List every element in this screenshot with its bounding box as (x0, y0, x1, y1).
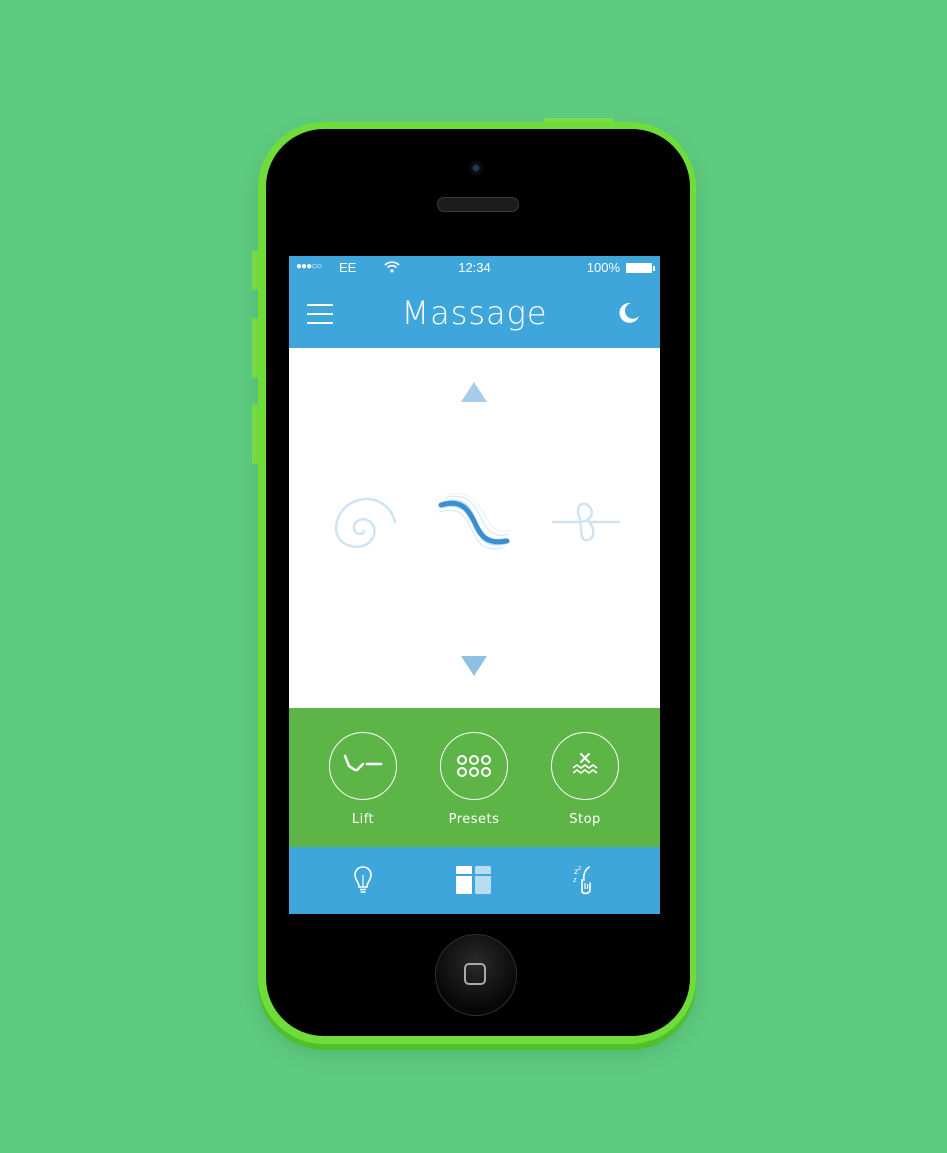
presets-button[interactable]: Presets (438, 732, 510, 827)
moon-icon[interactable] (618, 302, 640, 328)
arrow-up-icon[interactable] (460, 380, 488, 408)
page-title: Massage (401, 294, 548, 332)
status-bar: ●●●○○ EE 12:34 100% (289, 256, 660, 280)
tab-lightbulb-icon[interactable] (353, 865, 373, 899)
wave-mode-icon[interactable] (435, 492, 515, 560)
battery-percentage: 100% (586, 260, 620, 275)
tab-bar: z z z (289, 847, 660, 914)
lift-label: Lift (351, 812, 375, 827)
stop-label: Stop (569, 812, 601, 827)
earpiece-speaker (437, 197, 519, 212)
spiral-mode-icon[interactable] (329, 492, 399, 556)
home-button[interactable] (436, 935, 516, 1015)
battery-icon (626, 263, 655, 273)
arrow-down-icon[interactable] (460, 654, 488, 682)
massage-mode-selector (289, 348, 660, 708)
actions-bar: Lift Presets Stop (289, 708, 660, 847)
svg-text:z: z (578, 865, 581, 872)
lift-icon (329, 732, 397, 800)
presets-icon (440, 732, 508, 800)
tab-sleep-icon[interactable]: z z z (573, 865, 595, 899)
presets-label: Presets (448, 812, 500, 827)
header-bar: Massage (289, 280, 660, 348)
app-screen: ●●●○○ EE 12:34 100% Massage Lift Presets… (289, 256, 660, 914)
tab-massage-panel-icon[interactable] (455, 865, 493, 899)
svg-text:z: z (573, 876, 577, 884)
stop-icon (551, 732, 619, 800)
front-camera (469, 161, 483, 175)
loop-mode-icon[interactable] (551, 492, 621, 556)
lift-button[interactable]: Lift (327, 732, 399, 827)
stop-button[interactable]: Stop (549, 732, 621, 827)
